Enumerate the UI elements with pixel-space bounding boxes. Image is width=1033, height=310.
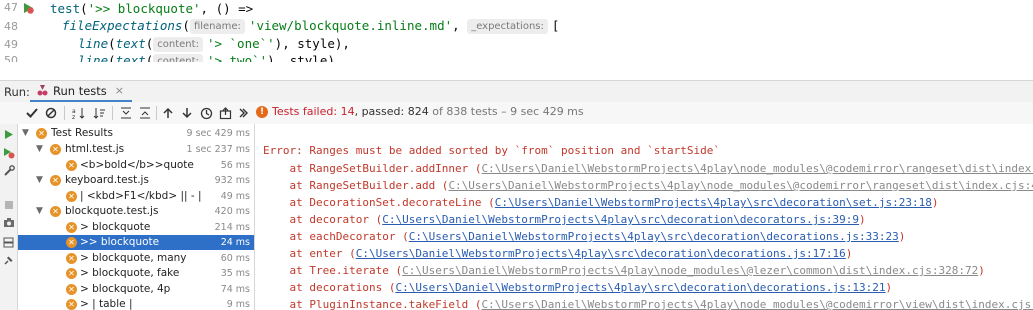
run-label: Run: bbox=[4, 85, 30, 99]
line-number: 49 bbox=[4, 38, 18, 51]
export-results-icon[interactable] bbox=[217, 105, 233, 121]
tree-row-suite[interactable]: ▼ ✕ blockquote.test.js 420 ms bbox=[18, 204, 254, 219]
code-line-50: line(text(content: '> two`'), style), bbox=[78, 52, 1033, 62]
failed-test-icon: ✕ bbox=[66, 191, 77, 202]
tree-row-test[interactable]: ✕ > blockquote, many 60 ms bbox=[18, 251, 254, 266]
run-gutter-icon[interactable] bbox=[22, 2, 34, 14]
jest-icon bbox=[37, 85, 48, 96]
code-line-48: fileExpectations(filename:'view/blockquo… bbox=[62, 18, 560, 34]
failed-test-icon: ✕ bbox=[50, 206, 61, 217]
show-passed-icon[interactable] bbox=[24, 105, 40, 121]
param-hint: content: bbox=[153, 37, 203, 52]
tree-row-suite[interactable]: ▼ ✕ html.test.js 1 sec 237 ms bbox=[18, 142, 254, 157]
stack-frame: at RangeSetBuilder.add (C:\Users\Daniel\… bbox=[263, 179, 1033, 192]
next-failed-test-icon[interactable] bbox=[179, 105, 195, 121]
line-number: 48 bbox=[4, 20, 18, 33]
chevron-down-icon[interactable]: ▼ bbox=[22, 126, 32, 141]
chevron-down-icon[interactable]: ▼ bbox=[36, 204, 46, 219]
code-editor[interactable]: 47 48 49 50 test('>> blockquote', () => … bbox=[0, 0, 1033, 62]
tree-row-test[interactable]: ✕ | <kbd>F1</kbd> || - | 49 ms bbox=[18, 189, 254, 204]
rerun-icon[interactable] bbox=[2, 128, 15, 141]
failed-test-icon: ✕ bbox=[36, 128, 47, 139]
code-line-47: test('>> blockquote', () => bbox=[50, 1, 254, 16]
param-hint: filename: bbox=[189, 19, 245, 34]
tests-total-duration: of 838 tests – 9 sec 429 ms bbox=[428, 105, 584, 118]
stack-frame-link[interactable]: C:\Users\Daniel\WebstormProjects\4play\s… bbox=[409, 230, 899, 243]
tree-row-suite[interactable]: ▼ ✕ keyboard.test.js 932 ms bbox=[18, 173, 254, 188]
more-options-icon[interactable] bbox=[235, 105, 251, 121]
stack-frame: at RangeSetBuilder.addInner (C:\Users\Da… bbox=[263, 162, 1033, 175]
editor-gutter: 47 48 49 50 bbox=[0, 0, 44, 62]
line-number: 47 bbox=[4, 1, 18, 14]
stack-frame: at enter (C:\Users\Daniel\WebstormProjec… bbox=[263, 247, 853, 260]
failed-test-icon: ✕ bbox=[50, 175, 61, 186]
stack-frame: at eachDecorator (C:\Users\Daniel\Websto… bbox=[263, 230, 906, 243]
stack-frame: at PluginInstance.takeField (C:\Users\Da… bbox=[263, 298, 1033, 310]
tree-row-test-results[interactable]: ▼ ✕ Test Results 9 sec 429 ms bbox=[18, 126, 254, 141]
tree-row-test[interactable]: ✕ <b>bold</b>>quote 56 ms bbox=[18, 158, 254, 173]
code-line-49: line(text(content: '> `one`'), style), bbox=[78, 36, 350, 52]
failed-warning-icon: ! bbox=[256, 105, 268, 118]
test-status-summary: ! Tests failed: 14, passed: 824 of 838 t… bbox=[256, 105, 584, 118]
failed-test-icon: ✕ bbox=[66, 268, 77, 279]
stack-frame: at decorator (C:\Users\Daniel\WebstormPr… bbox=[263, 213, 866, 226]
failed-test-icon: ✕ bbox=[66, 237, 77, 248]
failed-test-icon: ✕ bbox=[66, 284, 77, 295]
tab-label: Run tests bbox=[53, 83, 107, 98]
show-ignored-icon[interactable] bbox=[43, 105, 59, 121]
tests-passed-count: , passed: 824 bbox=[354, 105, 429, 118]
line-number: 50 bbox=[4, 54, 18, 62]
run-tool-window-header: Run: Run tests × bbox=[0, 80, 1033, 104]
stack-frame-link[interactable]: C:\Users\Daniel\WebstormProjects\4play\s… bbox=[382, 213, 859, 226]
tree-row-test[interactable]: ✕ > | table | 9 ms bbox=[18, 297, 254, 310]
error-message: Error: Ranges must be added sorted by `f… bbox=[263, 144, 720, 157]
stop-icon[interactable] bbox=[2, 198, 15, 211]
test-output-console[interactable]: Error: Ranges must be added sorted by `f… bbox=[255, 124, 1033, 310]
run-side-toolbar bbox=[0, 124, 18, 310]
stack-frame: at Tree.iterate (C:\Users\Daniel\Webstor… bbox=[263, 264, 985, 277]
failed-test-icon: ✕ bbox=[66, 160, 77, 171]
camera-icon[interactable] bbox=[2, 216, 15, 229]
test-results-tree: ▼ ✕ Test Results 9 sec 429 ms ▼ ✕ html.t… bbox=[18, 124, 255, 310]
failed-test-icon: ✕ bbox=[50, 144, 61, 155]
tree-row-test[interactable]: ✕ > blockquote, 4p 74 ms bbox=[18, 282, 254, 297]
rerun-failed-icon[interactable] bbox=[2, 146, 15, 159]
stack-frame-link[interactable]: C:\Users\Daniel\WebstormProjects\4play\n… bbox=[402, 264, 978, 277]
expand-all-icon[interactable] bbox=[118, 105, 134, 121]
tests-failed-count: Tests failed: 14 bbox=[272, 105, 355, 118]
stack-frame: at decorations (C:\Users\Daniel\Webstorm… bbox=[263, 281, 893, 294]
tree-row-test-selected[interactable]: ✕ >> blockquote 24 ms bbox=[18, 235, 254, 250]
sort-by-duration-icon[interactable] bbox=[91, 105, 107, 121]
param-hint: _expectations: bbox=[467, 19, 548, 34]
tree-row-test[interactable]: ✕ > blockquote 214 ms bbox=[18, 220, 254, 235]
sort-alphabetically-icon[interactable]: az bbox=[71, 105, 87, 121]
stack-frame-link[interactable]: C:\Users\Daniel\WebstormProjects\4play\s… bbox=[356, 247, 846, 260]
failed-test-icon: ✕ bbox=[66, 299, 77, 310]
stack-frame-link[interactable]: C:\Users\Daniel\WebstormProjects\4play\s… bbox=[495, 196, 932, 209]
layout-icon[interactable] bbox=[2, 236, 15, 249]
chevron-down-icon[interactable]: ▼ bbox=[36, 173, 46, 188]
tree-row-test[interactable]: ✕ > blockquote, fake 35 ms bbox=[18, 266, 254, 281]
close-icon[interactable]: × bbox=[115, 84, 124, 97]
pin-icon[interactable] bbox=[2, 254, 15, 267]
param-hint: content: bbox=[153, 54, 203, 62]
collapse-all-icon[interactable] bbox=[137, 105, 153, 121]
stack-frame-link[interactable]: C:\Users\Daniel\WebstormProjects\4play\n… bbox=[482, 298, 1033, 310]
stack-frame-link[interactable]: C:\Users\Daniel\WebstormProjects\4play\s… bbox=[395, 281, 885, 294]
svg-text:z: z bbox=[72, 114, 75, 120]
failed-test-icon: ✕ bbox=[66, 253, 77, 264]
stack-frame-link[interactable]: C:\Users\Daniel\WebstormProjects\4play\n… bbox=[448, 179, 1033, 192]
test-runner-toolbar: az ! Tests failed: 14, passed: 824 of 83… bbox=[0, 102, 1033, 125]
failed-test-icon: ✕ bbox=[66, 222, 77, 233]
wrench-icon[interactable] bbox=[2, 164, 15, 177]
stack-frame: at DecorationSet.decorateLine (C:\Users\… bbox=[263, 196, 939, 209]
stack-frame-link[interactable]: C:\Users\Daniel\WebstormProjects\4play\n… bbox=[482, 162, 1033, 175]
tab-run-tests[interactable]: Run tests × bbox=[30, 81, 133, 103]
test-history-icon[interactable] bbox=[198, 105, 214, 121]
chevron-down-icon[interactable]: ▼ bbox=[36, 142, 46, 157]
previous-failed-test-icon[interactable] bbox=[160, 105, 176, 121]
